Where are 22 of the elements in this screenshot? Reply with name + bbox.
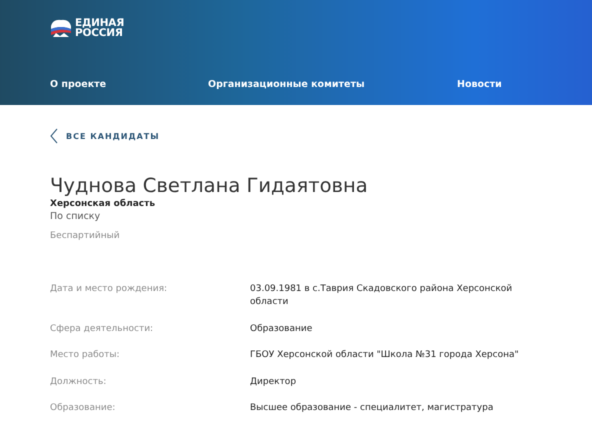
logo-icon bbox=[50, 18, 72, 38]
candidate-name: Чуднова Светлана Гидаятовна bbox=[50, 174, 369, 198]
detail-value: Директор bbox=[250, 376, 298, 388]
party-text: Беспартийный bbox=[50, 231, 121, 241]
nav-link[interactable]: Новости bbox=[457, 79, 502, 90]
nav-link[interactable]: Организационные комитеты bbox=[208, 79, 365, 90]
logo-text: ЕДИНАЯ bbox=[75, 18, 124, 28]
detail-value: 03.09.1981 в с.Таврия Скадовского района Херсонской области bbox=[250, 283, 514, 309]
nav-link[interactable]: О проекте bbox=[50, 79, 106, 90]
detail-value: ГБОУ Херсонской области "Школа №31 города Херсона" bbox=[250, 349, 520, 362]
detail-label: Место работы: bbox=[50, 349, 121, 362]
detail-label: Сфера деятельности: bbox=[50, 322, 154, 336]
region-text: Херсонская область bbox=[50, 198, 156, 210]
detail-label: Образование: bbox=[50, 402, 116, 415]
chevron-left-icon bbox=[50, 128, 58, 144]
list-text: По списку bbox=[50, 210, 102, 223]
logo-text: РОССИЯ bbox=[75, 28, 123, 38]
back-link[interactable]: ВСЕ КАНДИДАТЫ bbox=[50, 128, 160, 144]
detail-label: Должность: bbox=[50, 376, 108, 388]
detail-label: Дата и место рождения: bbox=[50, 283, 168, 296]
detail-value: Высшее образование - специалитет, магистратура bbox=[250, 402, 494, 415]
detail-value: Образование bbox=[250, 322, 314, 336]
